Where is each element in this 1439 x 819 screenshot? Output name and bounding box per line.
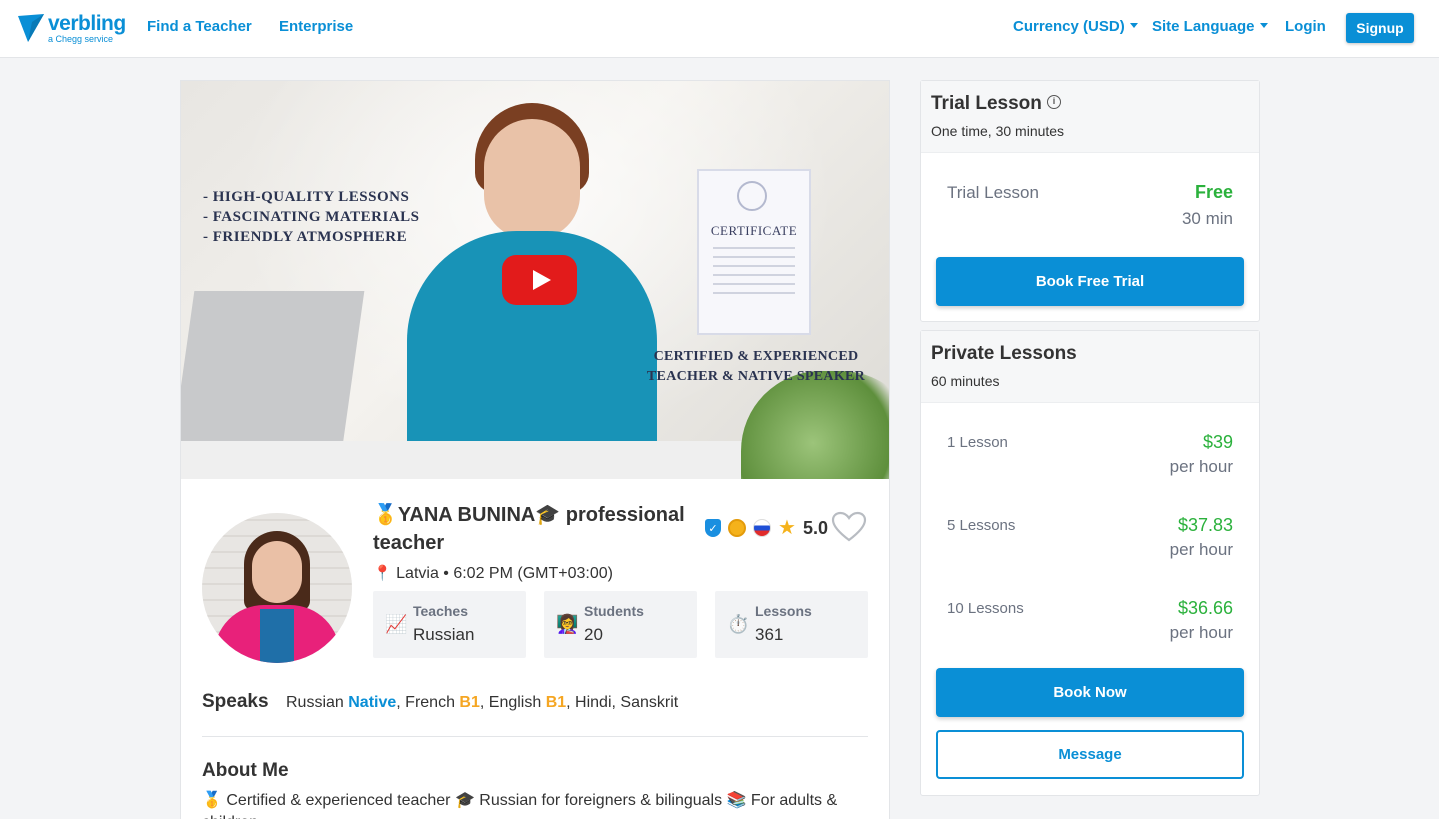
- verbling-logo[interactable]: verbling a Chegg service: [18, 12, 128, 46]
- site-language-dropdown[interactable]: Site Language: [1152, 18, 1268, 35]
- currency-label: Currency (USD): [1013, 18, 1125, 35]
- teacher-badges: ✓ ★ 5.0: [705, 515, 828, 541]
- chevron-down-icon: [1129, 23, 1138, 28]
- nav-enterprise[interactable]: Enterprise: [279, 18, 353, 35]
- video-caption-line: CERTIFIED & EXPERIENCED: [653, 349, 859, 364]
- teacher-name: 🥇YANA BUNINA🎓 professional teacher: [373, 504, 685, 554]
- package-price: $39: [1202, 432, 1233, 452]
- language-level-badge: B1: [545, 694, 567, 711]
- package-price: $36.66: [1177, 598, 1233, 618]
- private-lessons-title: Private Lessons: [931, 343, 1077, 364]
- stopwatch-icon: ⏱️: [727, 614, 750, 634]
- stat-lessons: ⏱️ Lessons 361: [715, 591, 868, 658]
- video-caption: CERTIFIED & EXPERIENCED TEACHER & NATIVE…: [631, 347, 881, 387]
- play-button-icon[interactable]: [502, 255, 577, 305]
- language-separator: ,: [566, 694, 576, 711]
- language-separator: ,: [479, 694, 489, 711]
- stat-value: Russian: [413, 625, 475, 644]
- location-pin-icon: 📍: [373, 565, 392, 582]
- video-bullet: - FRIENDLY ATMOSPHERE: [203, 229, 408, 245]
- star-icon: ★: [778, 517, 796, 539]
- logo-mark-icon: [18, 14, 44, 42]
- language-level-badge: B1: [459, 694, 480, 711]
- language-name: Hindi: [575, 694, 612, 711]
- chevron-down-icon: [1259, 23, 1268, 28]
- language-level-badge: Native: [348, 694, 397, 711]
- package-label: 10 Lessons: [947, 600, 1024, 617]
- teacher-avatar[interactable]: [202, 513, 352, 663]
- teacher-location: 📍 Latvia • 6:02 PM (GMT+03:00): [373, 564, 613, 583]
- intro-video[interactable]: - HIGH-QUALITY LESSONS - FASCINATING MAT…: [181, 81, 889, 479]
- video-certificate: CERTIFICATE: [697, 169, 811, 335]
- top-navbar: verbling a Chegg service Find a Teacher …: [0, 0, 1439, 58]
- stat-value: 361: [755, 625, 784, 644]
- certificate-seal-icon: [737, 181, 767, 211]
- login-link[interactable]: Login: [1285, 18, 1326, 35]
- book-free-trial-button[interactable]: Book Free Trial: [936, 257, 1244, 306]
- language-separator: ,: [396, 694, 406, 711]
- section-divider: [202, 736, 868, 737]
- stat-value: 20: [584, 625, 603, 644]
- language-name: Sanskrit: [620, 694, 679, 711]
- video-bullet: - FASCINATING MATERIALS: [203, 209, 420, 225]
- trial-lesson-subtitle: One time, 30 minutes: [931, 123, 1065, 139]
- russia-flag-icon: [753, 519, 771, 537]
- video-bullet-list: - HIGH-QUALITY LESSONS - FASCINATING MAT…: [203, 187, 420, 247]
- package-label: 5 Lessons: [947, 517, 1016, 534]
- students-icon: 👩‍🏫: [556, 614, 579, 634]
- package-price: $37.83: [1177, 515, 1233, 535]
- rating-value: 5.0: [802, 517, 828, 538]
- stat-label: Students: [584, 603, 644, 619]
- video-bullet: - HIGH-QUALITY LESSONS: [203, 189, 410, 205]
- trial-price: Free: [1194, 182, 1233, 202]
- site-language-label: Site Language: [1152, 18, 1255, 35]
- trial-lesson-header: Trial Lesson i One time, 30 minutes: [921, 81, 1259, 153]
- chart-board-icon: 📈: [385, 614, 408, 634]
- trial-row-label: Trial Lesson: [947, 183, 1039, 202]
- stat-students: 👩‍🏫 Students 20: [544, 591, 697, 658]
- private-lessons-header: Private Lessons 60 minutes: [921, 331, 1259, 403]
- stat-label: Teaches: [413, 603, 468, 619]
- about-me-text: 🥇 Certified & experienced teacher 🎓 Russ…: [202, 792, 838, 819]
- speaks-heading: Speaks: [202, 691, 269, 712]
- signup-button[interactable]: Signup: [1346, 13, 1414, 43]
- certificate-text-lines: [713, 247, 795, 301]
- info-icon[interactable]: i: [1047, 95, 1061, 109]
- trial-lesson-title: Trial Lesson: [931, 93, 1042, 114]
- trial-lesson-card: Trial Lesson i One time, 30 minutes Tria…: [920, 80, 1260, 322]
- package-unit: per hour: [1169, 457, 1233, 476]
- avatar-face: [252, 541, 302, 603]
- medal-icon: [728, 519, 746, 537]
- video-caption-line: TEACHER & NATIVE SPEAKER: [646, 369, 866, 384]
- logo-wordmark: verbling: [48, 12, 126, 35]
- teacher-profile-card: - HIGH-QUALITY LESSONS - FASCINATING MAT…: [180, 80, 890, 819]
- package-label: 1 Lesson: [947, 434, 1008, 451]
- logo-subtitle: a Chegg service: [48, 34, 114, 44]
- private-lessons-subtitle: 60 minutes: [931, 373, 1000, 389]
- package-unit: per hour: [1169, 540, 1233, 559]
- book-now-button[interactable]: Book Now: [936, 668, 1244, 717]
- verified-shield-icon: ✓: [705, 519, 721, 537]
- spoken-languages-list: Russian Native, French B1, English B1, H…: [286, 694, 678, 712]
- location-text: Latvia • 6:02 PM (GMT+03:00): [396, 565, 613, 582]
- private-lessons-card: Private Lessons 60 minutes 1 Lesson $39 …: [920, 330, 1260, 796]
- nav-find-teacher[interactable]: Find a Teacher: [147, 18, 252, 35]
- trial-duration: 30 min: [1181, 209, 1233, 228]
- language-name: Russian: [286, 694, 349, 711]
- stat-label: Lessons: [755, 603, 812, 619]
- favorite-heart-icon[interactable]: [831, 511, 867, 543]
- about-me-heading: About Me: [202, 760, 289, 781]
- language-name: French: [405, 694, 460, 711]
- certificate-title: CERTIFICATE: [710, 223, 798, 238]
- message-button[interactable]: Message: [936, 730, 1244, 779]
- currency-dropdown[interactable]: Currency (USD): [1013, 18, 1138, 35]
- language-name: English: [488, 694, 546, 711]
- avatar-shirt: [260, 609, 294, 663]
- stat-teaches: 📈 Teaches Russian: [373, 591, 526, 658]
- video-person-face: [484, 119, 580, 239]
- package-unit: per hour: [1169, 623, 1233, 642]
